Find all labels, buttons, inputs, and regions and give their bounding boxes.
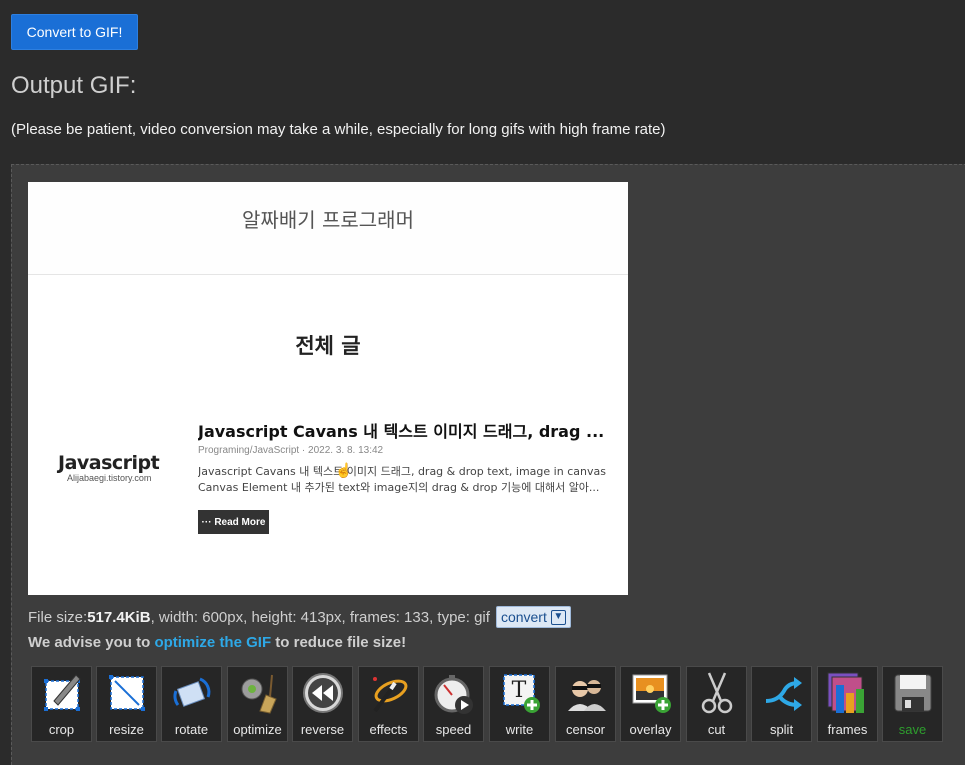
file-info-details: , width: 600px, height: 413px, frames: 1… [150, 608, 490, 626]
effects-wand-icon [373, 677, 408, 713]
overlay-image-icon [632, 674, 671, 713]
post-meta: Programing/JavaScript · 2022. 3. 8. 13:4… [198, 445, 384, 456]
tool-reverse[interactable]: reverse [292, 666, 353, 742]
tool-label: write [505, 722, 534, 737]
post-excerpt: Javascript Cavans 내 텍스트 이미지 드래그, drag & … [198, 464, 608, 496]
tool-censor[interactable]: censor [555, 666, 616, 742]
output-gif-heading: Output GIF: [11, 72, 137, 99]
post-title: Javascript Cavans 내 텍스트 이미지 드래그, drag ..… [198, 422, 605, 441]
optimize-advice: We advise you to optimize the GIF to red… [28, 634, 406, 651]
tool-label: resize [109, 722, 144, 737]
censor-icon [568, 680, 606, 711]
tool-split[interactable]: split [751, 666, 812, 742]
blog-title: 알짜배기 프로그래머 [242, 208, 414, 232]
write-text-icon: T [503, 674, 540, 713]
tool-rotate[interactable]: rotate [161, 666, 222, 742]
thumbnail-title: Javascript [58, 452, 160, 474]
tool-label: frames [827, 722, 868, 737]
convert-to-gif-button[interactable]: Convert to GIF! [11, 14, 138, 50]
thumbnail-subtitle: Alijabaegi.tistory.com [67, 473, 152, 483]
patience-note: (Please be patient, video conversion may… [11, 121, 666, 138]
tool-crop[interactable]: crop [31, 666, 92, 742]
tool-label: split [769, 722, 794, 737]
tool-label: crop [48, 722, 75, 737]
page-heading: 전체 글 [295, 334, 361, 358]
save-floppy-icon [894, 674, 932, 712]
excerpt-line: Canvas Element 내 추가된 text와 image지의 drag … [198, 481, 600, 494]
tool-save[interactable]: save [882, 666, 943, 742]
tool-speed[interactable]: speed [423, 666, 484, 742]
svg-text:T: T [512, 678, 527, 703]
rotate-icon [173, 677, 211, 707]
read-more-button: ··· Read More [198, 510, 269, 534]
tool-label: optimize [233, 722, 282, 737]
tool-optimize[interactable]: optimize [227, 666, 288, 742]
file-info-prefix: File size: [28, 608, 88, 626]
hand-cursor-icon: ☝ [335, 462, 353, 478]
advice-after: to reduce file size! [271, 634, 407, 651]
tool-resize[interactable]: resize [96, 666, 157, 742]
excerpt-line: Javascript Cavans 내 텍스트 이미지 드래그, drag & … [198, 465, 606, 478]
file-size-value: 517.4KiB [87, 608, 151, 626]
tool-label: censor [565, 722, 606, 737]
tool-label: cut [707, 722, 726, 737]
tool-overlay[interactable]: overlay [620, 666, 681, 742]
tool-label: save [898, 722, 927, 737]
blog-header: 알짜배기 프로그래머 [28, 182, 628, 275]
tool-label: overlay [629, 722, 672, 737]
tool-effects[interactable]: effects [358, 666, 419, 742]
frames-icon [827, 672, 864, 713]
crop-icon [44, 674, 81, 711]
reverse-icon [303, 673, 343, 713]
split-arrows-icon [765, 677, 802, 711]
convert-label: convert [500, 609, 547, 625]
cut-scissors-icon [701, 672, 733, 714]
tool-label: effects [369, 722, 408, 737]
tool-write[interactable]: T write [489, 666, 550, 742]
speed-stopwatch-icon [434, 675, 473, 714]
optimize-gif-link[interactable]: optimize the GIF [154, 634, 271, 651]
gif-preview-image: 알짜배기 프로그래머 전체 글 Javascript Alijabaegi.ti… [28, 182, 628, 595]
optimize-broom-icon [241, 674, 277, 714]
resize-icon [109, 675, 145, 711]
tool-label: reverse [300, 722, 345, 737]
advice-before: We advise you to [28, 634, 155, 651]
file-info: File size: 517.4KiB , width: 600px, heig… [28, 606, 571, 628]
tool-label: rotate [174, 722, 209, 737]
post-thumbnail: Javascript Alijabaegi.tistory.com [58, 452, 166, 502]
convert-format-button[interactable]: convert ▼ [495, 606, 571, 628]
tool-frames[interactable]: frames [817, 666, 878, 742]
tool-label: speed [435, 722, 472, 737]
download-arrow-icon: ▼ [550, 609, 566, 625]
tool-cut[interactable]: cut [686, 666, 747, 742]
